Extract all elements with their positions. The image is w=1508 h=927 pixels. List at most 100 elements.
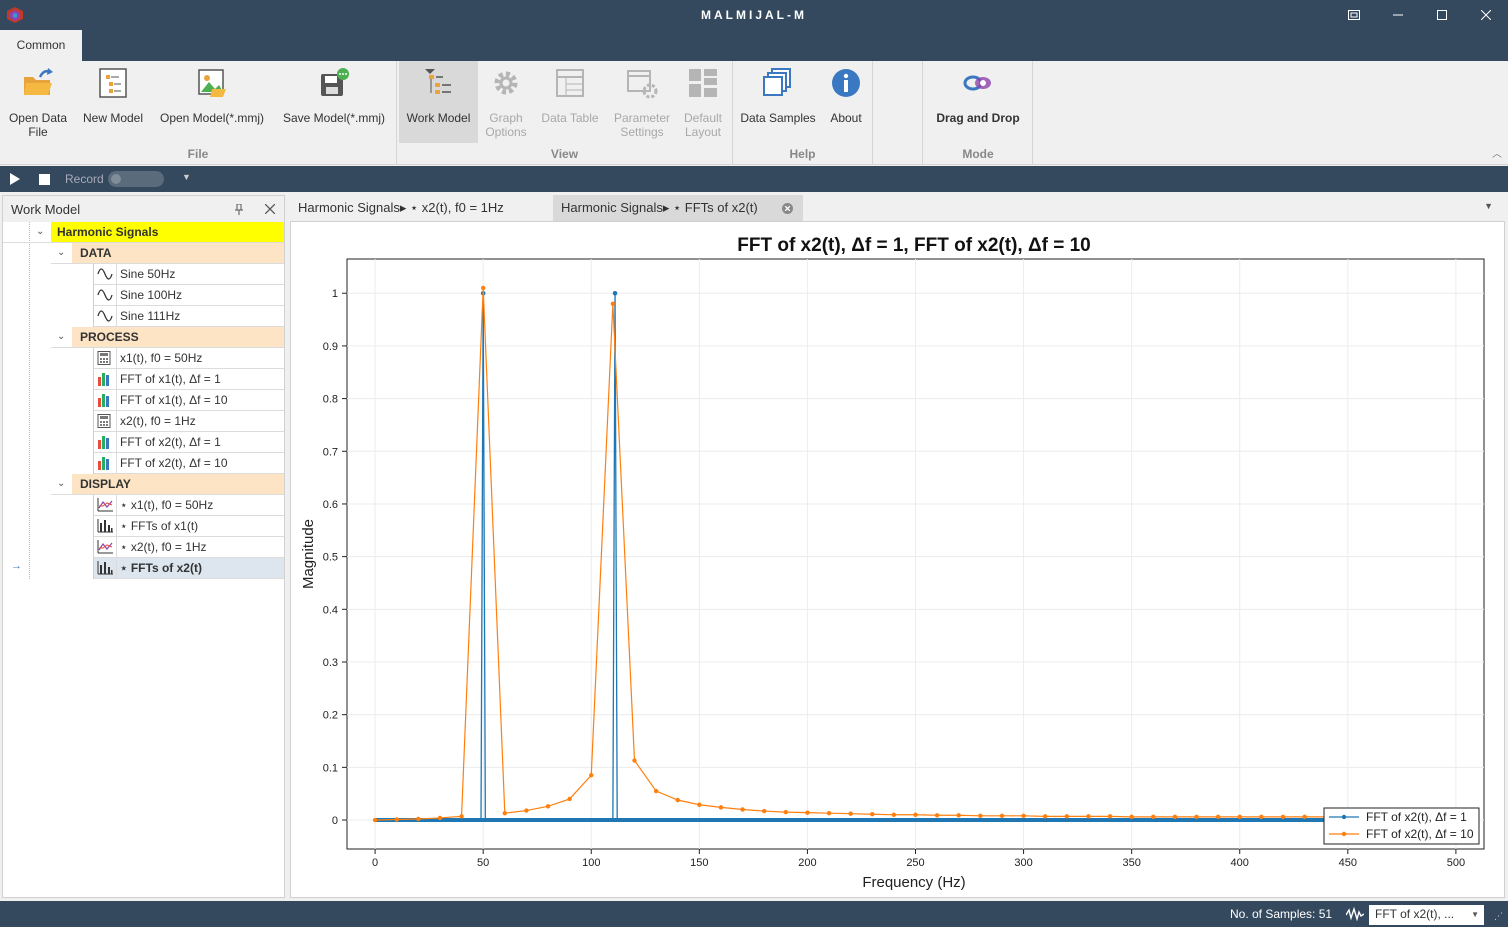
record-dropdown-icon[interactable]: ▼ (182, 172, 191, 182)
series-2-point (1302, 814, 1307, 820)
open-folder-icon (24, 68, 53, 95)
line-plot-icon (97, 498, 115, 513)
tree-item-label: x2(t), f0 = 1Hz (120, 414, 196, 428)
doc-tab-ffts-x2[interactable]: Harmonic Signals▸ ⋆ FFTs of x2(t) (553, 195, 803, 221)
tree-item[interactable]: ⋆ x1(t), f0 = 50Hz (94, 495, 284, 516)
tree-section-data[interactable]: DATA (72, 243, 284, 264)
tree-item-label: Sine 111Hz (120, 309, 181, 323)
close-tab-icon[interactable] (782, 203, 793, 214)
stop-icon[interactable] (39, 174, 50, 185)
tree-item[interactable]: x1(t), f0 = 50Hz (94, 348, 284, 369)
tree-item[interactable]: Sine 50Hz (94, 264, 284, 285)
x-axis-label: Frequency (Hz) (862, 874, 965, 891)
x-tick-label: 250 (906, 857, 924, 869)
collapse-ribbon-icon[interactable]: ︿ (1492, 145, 1502, 160)
graph-options-button[interactable]: Graph Options (480, 61, 532, 143)
tree-section-label: DISPLAY (80, 477, 131, 491)
series-2-point (848, 811, 853, 816)
tree-section-process[interactable]: PROCESS (72, 327, 284, 348)
tree-section-display[interactable]: DISPLAY (72, 474, 284, 495)
tree-section-label: DATA (80, 246, 112, 260)
restore-layout-icon[interactable] (1332, 0, 1376, 30)
x-tick-label: 500 (1447, 857, 1465, 869)
y-tick-label: 0.6 (323, 499, 338, 511)
legend: FFT of x2(t), Δf = 1 FFT of x2(t), Δf = … (1323, 807, 1480, 845)
tree-item[interactable]: ⋆ FFTs of x1(t) (94, 516, 284, 537)
record-toggle[interactable] (108, 171, 164, 187)
y-tick-label: 0.1 (323, 762, 338, 774)
tree-item[interactable]: x2(t), f0 = 1Hz (94, 411, 284, 432)
play-icon[interactable] (9, 173, 21, 185)
open-model-label: Open Model(*.mmj) (159, 111, 265, 125)
save-model-button[interactable]: Save Model(*.mmj) (278, 61, 390, 143)
close-panel-icon[interactable] (265, 204, 275, 214)
chart-panel: FFT of x2(t), Δf = 1, FFT of x2(t), Δf =… (290, 221, 1505, 898)
tree-item[interactable]: FFT of x2(t), Δf = 1 (94, 432, 284, 453)
open-data-file-button[interactable]: Open Data File (4, 61, 72, 143)
series-2-point (524, 808, 529, 813)
tree-section-label: PROCESS (80, 330, 139, 344)
group-label-view: View (550, 147, 579, 161)
tree-item[interactable]: ⋆ FFTs of x2(t) (94, 558, 284, 579)
close-button[interactable] (1464, 0, 1508, 30)
tree-item-label: ⋆ x2(t), f0 = 1Hz (120, 540, 207, 554)
data-table-button[interactable]: Data Table (538, 61, 602, 143)
series-2-point (891, 812, 897, 817)
drag-and-drop-button[interactable]: Drag and Drop (928, 61, 1028, 143)
open-model-button[interactable]: Open Model(*.mmj) (154, 61, 270, 143)
series-select[interactable]: FFT of x2(t), ... ▼ (1369, 905, 1484, 925)
series-2-point (394, 817, 399, 822)
maximize-button[interactable] (1420, 0, 1464, 30)
series-2-point (999, 813, 1005, 819)
series-2-point (805, 810, 810, 815)
x-tick-label: 400 (1231, 857, 1249, 869)
drag-drop-icon (963, 75, 991, 91)
tree-item[interactable]: ⋆ x2(t), f0 = 1Hz (94, 537, 284, 558)
sine-icon (97, 288, 115, 303)
x-tick-label: 350 (1122, 857, 1140, 869)
y-tick-label: 0.7 (323, 446, 338, 458)
tree-item[interactable]: Sine 100Hz (94, 285, 284, 306)
tree-item[interactable]: FFT of x2(t), Δf = 10 (94, 453, 284, 474)
series-2-point (675, 797, 680, 803)
fft-chart[interactable]: FFT of x2(t), Δf = 1, FFT of x2(t), Δf =… (291, 222, 1504, 897)
resize-grip-icon[interactable]: ⋰ (1494, 911, 1503, 922)
about-button[interactable]: About (824, 61, 868, 143)
current-item-arrow-icon: → (11, 560, 22, 572)
y-tick-label: 0 (332, 815, 338, 827)
work-model-button[interactable]: Work Model (399, 61, 478, 143)
group-separator (1032, 61, 1033, 165)
tree-item[interactable]: FFT of x1(t), Δf = 1 (94, 369, 284, 390)
parameter-settings-button[interactable]: Parameter Settings (610, 61, 674, 143)
series-2-point (826, 810, 832, 816)
drag-and-drop-label: Drag and Drop (936, 111, 1020, 125)
tab-list-dropdown-icon[interactable]: ▼ (1484, 201, 1493, 211)
gear-icon (494, 71, 518, 95)
pin-icon[interactable] (234, 204, 244, 215)
series-2-point (480, 285, 486, 291)
new-model-button[interactable]: New Model (78, 61, 148, 143)
tree-item[interactable]: FFT of x1(t), Δf = 10 (94, 390, 284, 411)
parameter-settings-label: Parameter Settings (613, 111, 671, 139)
work-model-title: Work Model (11, 202, 81, 217)
data-samples-button[interactable]: Data Samples (738, 61, 818, 143)
bar-chart-icon (97, 435, 115, 450)
layout-icon (689, 69, 717, 97)
default-layout-button[interactable]: Default Layout (678, 61, 728, 143)
series-2-point (1259, 814, 1264, 820)
legend-entry-1: FFT of x2(t), Δf = 1 (1366, 810, 1467, 824)
series-1-point (612, 290, 618, 296)
doc-tab-x2[interactable]: Harmonic Signals▸ ⋆ x2(t), f0 = 1Hz (290, 195, 552, 221)
collapse-root-icon[interactable]: ⌄ (36, 226, 44, 237)
tree-root-harmonic-signals[interactable]: Harmonic Signals (51, 222, 284, 243)
tree-item-label: Sine 50Hz (120, 267, 176, 281)
series-2-point (437, 815, 443, 821)
tree-item[interactable]: Sine 111Hz (94, 306, 284, 327)
minimize-button[interactable] (1376, 0, 1420, 30)
status-bar: No. of Samples: 51 FFT of x2(t), ... ▼ ⋰ (0, 901, 1508, 927)
calculator-icon (97, 351, 115, 366)
data-table-label: Data Table (541, 111, 599, 125)
series-2-point (653, 788, 659, 794)
tab-common[interactable]: Common (0, 30, 82, 61)
chevron-down-icon: ▼ (1471, 910, 1479, 919)
